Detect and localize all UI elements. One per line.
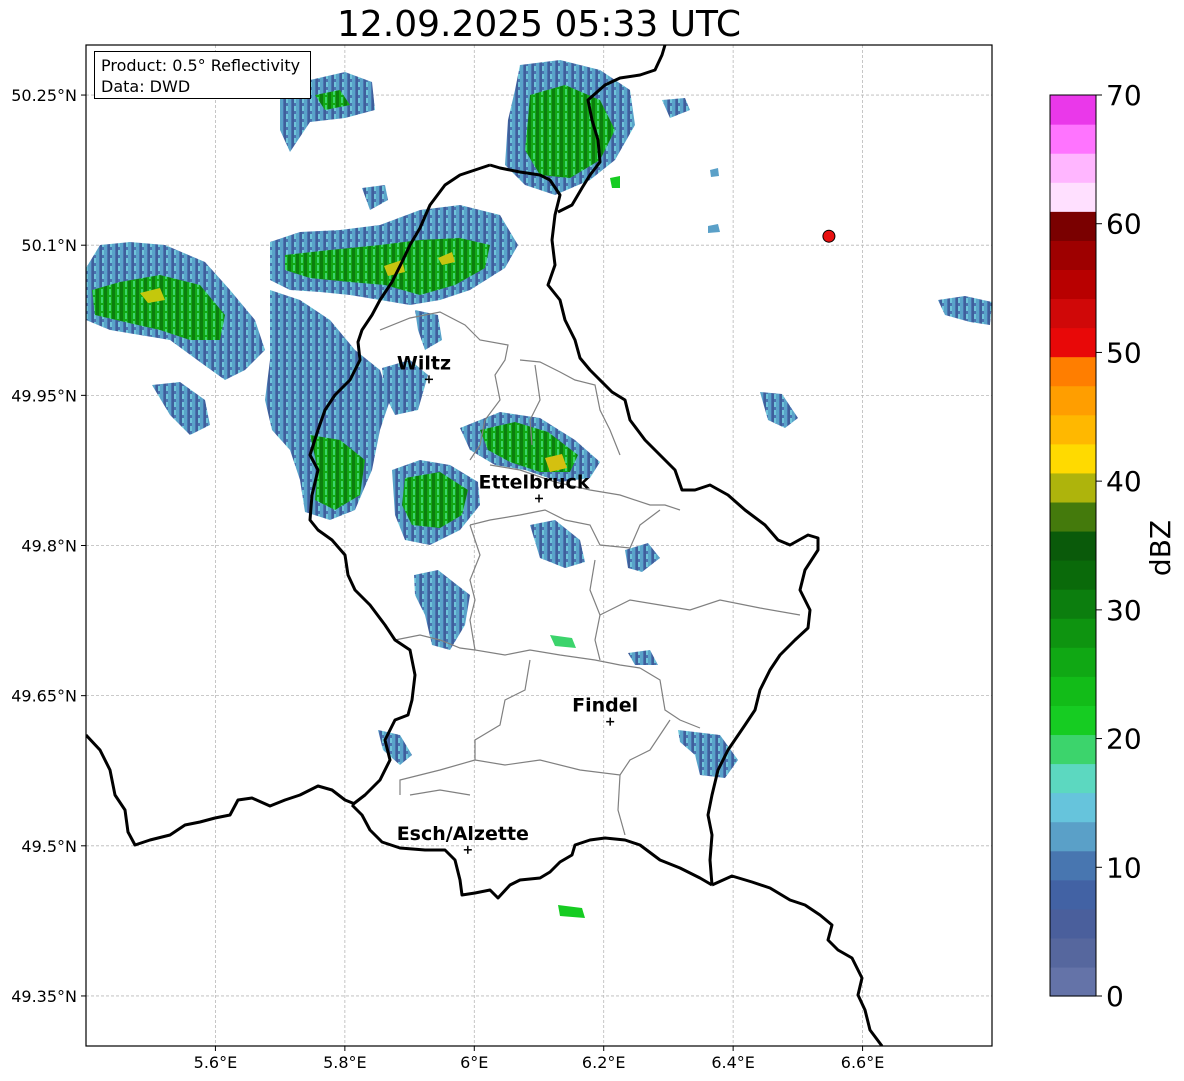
colorbar-segment (1050, 269, 1096, 300)
colorbar-segment (1050, 501, 1096, 532)
colorbar-segment (1050, 443, 1096, 474)
city-label: Esch/Alzette (397, 823, 529, 845)
colorbar-segment (1050, 734, 1096, 765)
echo-cell-ne-2 (760, 392, 798, 428)
colorbar-tick-label: 40 (1106, 465, 1142, 498)
echo-cell-small-d (152, 382, 210, 435)
colorbar-segment (1050, 124, 1096, 154)
colorbar-segment (1050, 356, 1096, 387)
radar-site-marker[interactable] (822, 229, 836, 243)
colorbar-segment (1050, 763, 1096, 794)
colorbar-segment (1050, 153, 1096, 183)
product-info-box: Product: 0.5° Reflectivity Data: DWD (94, 51, 311, 99)
echo-cell-s4 (378, 730, 412, 765)
colorbar-tick-label: 0 (1106, 980, 1124, 1013)
colorbar-segment (1050, 530, 1096, 561)
colorbar-segment (1050, 240, 1096, 270)
colorbar-segment (1050, 821, 1096, 852)
colorbar-tick-label: 10 (1106, 851, 1142, 884)
colorbar-tick-label: 60 (1106, 208, 1142, 241)
lat-tick-label: 49.35°N (11, 987, 77, 1006)
colorbar-tick-label: 30 (1106, 594, 1142, 627)
colorbar-segment (1050, 647, 1096, 677)
lat-tick-label: 50.25°N (11, 86, 77, 105)
colorbar-label: dBZ (1144, 520, 1177, 576)
colorbar-segment (1050, 385, 1096, 416)
colorbar-segment (1050, 182, 1096, 212)
colorbar-segment (1050, 95, 1096, 125)
lon-tick-label: 5.6°E (194, 1053, 238, 1072)
lon-tick-label: 6.2°E (582, 1053, 626, 1072)
colorbar-segment (1050, 908, 1096, 939)
canton-boundaries (379, 311, 801, 836)
lat-tick-label: 49.8°N (21, 537, 77, 556)
city-label: Wiltz (397, 352, 451, 374)
radar-map[interactable]: 5.6°E 5.8°E 6°E 6.2°E 6.4°E 6.6°E 50.25°N 50.1… (0, 0, 1184, 1081)
echo-cell-s1 (550, 635, 576, 648)
echo-cell-s5 (558, 905, 585, 918)
lon-tick-label: 5.8°E (323, 1053, 367, 1072)
colorbar-segment (1050, 937, 1096, 968)
city-label: Ettelbruck (479, 471, 590, 493)
lat-tick-label: 50.1°N (21, 236, 77, 255)
product-label: Product: 0.5° Reflectivity (101, 56, 301, 75)
colorbar-segment (1050, 676, 1096, 706)
echo-cell-east-small (530, 520, 585, 568)
lat-tick-label: 49.95°N (11, 386, 77, 405)
echo-cell-sw (414, 570, 470, 650)
colorbar-tick-label: 50 (1106, 336, 1142, 369)
longitude-ticks: 5.6°E 5.8°E 6°E 6.2°E 6.4°E 6.6°E (194, 1046, 885, 1072)
echo-cell-ne-1 (662, 98, 690, 118)
lon-tick-label: 6.6°E (841, 1053, 885, 1072)
colorbar-segment (1050, 850, 1096, 881)
lat-tick-label: 49.65°N (11, 687, 77, 706)
latitude-ticks: 50.25°N 50.1°N 49.95°N 49.8°N 49.65°N 49.5°N 4… (11, 86, 86, 1006)
echo-cell-ne-3 (938, 296, 992, 325)
echo-cell-s2 (628, 650, 658, 665)
echo-cell-ne-4 (708, 168, 720, 233)
city-label: Findel (572, 695, 638, 717)
colorbar-segment (1050, 966, 1096, 997)
city-ettelbruck[interactable]: Ettelbruck (479, 471, 590, 503)
colorbar-segment (1050, 211, 1096, 241)
colorbar-tick-label: 70 (1106, 79, 1142, 112)
colorbar: 0 10 20 30 40 50 60 70 (1049, 79, 1142, 1013)
echo-cell-ne-5 (610, 176, 620, 188)
city-findel[interactable]: Findel (572, 695, 638, 726)
lat-tick-label: 49.5°N (21, 837, 77, 856)
colorbar-segment (1050, 618, 1096, 648)
colorbar-segment (1050, 472, 1096, 503)
colorbar-segment (1050, 414, 1096, 445)
colorbar-segment (1050, 327, 1096, 358)
lon-tick-label: 6°E (460, 1053, 488, 1072)
colorbar-segment (1050, 705, 1096, 736)
colorbar-segment (1050, 792, 1096, 823)
data-source-label: Data: DWD (101, 77, 191, 96)
lon-tick-label: 6.4°E (711, 1053, 755, 1072)
colorbar-segment (1050, 879, 1096, 910)
echo-cell-small-a (362, 185, 388, 210)
echo-cell-s3 (678, 730, 738, 778)
colorbar-segment (1050, 560, 1096, 590)
colorbar-tick-label: 20 (1106, 723, 1142, 756)
colorbar-segment (1050, 298, 1096, 329)
colorbar-segment (1050, 589, 1096, 619)
